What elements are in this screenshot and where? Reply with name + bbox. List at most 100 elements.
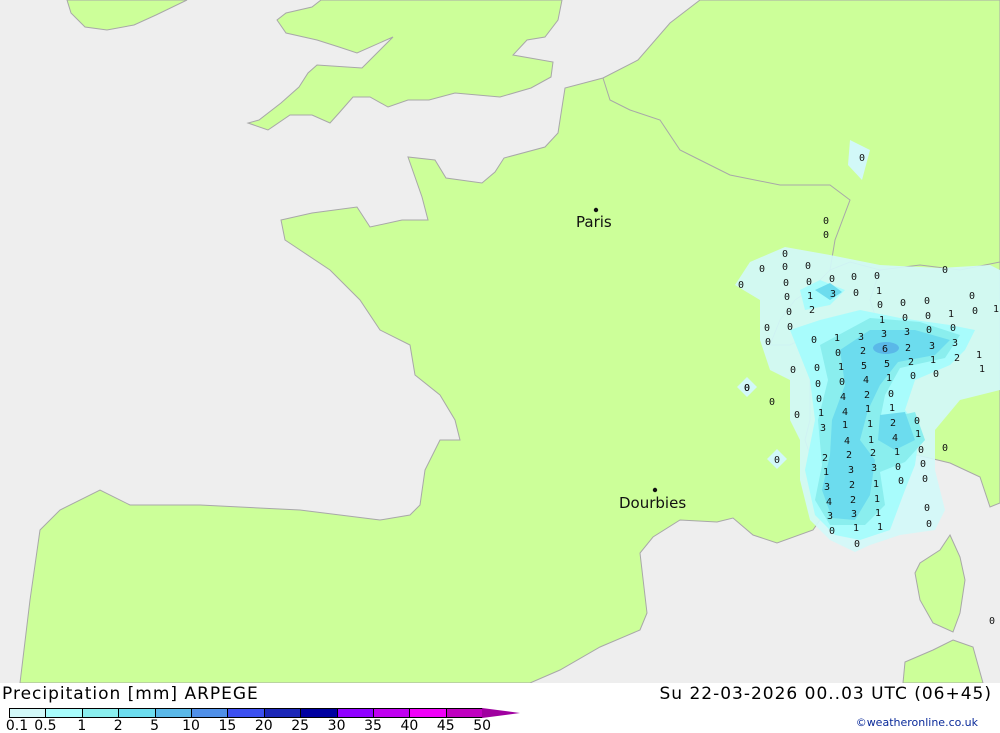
precip-value: 0 bbox=[926, 325, 932, 336]
precip-value: 1 bbox=[915, 429, 921, 440]
precip-value: 0 bbox=[782, 262, 788, 273]
precip-value: 0 bbox=[835, 348, 841, 359]
legend-label: 35 bbox=[364, 718, 382, 733]
precip-value: 0 bbox=[902, 313, 908, 324]
precip-value: 1 bbox=[879, 315, 885, 326]
precip-value: 0 bbox=[989, 616, 995, 627]
precip-value: 0 bbox=[815, 379, 821, 390]
precip-value: 1 bbox=[948, 309, 954, 320]
precip-value: 0 bbox=[920, 459, 926, 470]
precip-value: 0 bbox=[759, 264, 765, 275]
precip-value: 0 bbox=[829, 274, 835, 285]
precip-value: 0 bbox=[925, 311, 931, 322]
precip-value: 1 bbox=[930, 355, 936, 366]
precip-value: 2 bbox=[822, 453, 828, 464]
precip-value: 1 bbox=[834, 333, 840, 344]
precip-value: 1 bbox=[853, 523, 859, 534]
precip-value: 0 bbox=[786, 307, 792, 318]
precip-value: 0 bbox=[787, 322, 793, 333]
precip-value: 0 bbox=[765, 337, 771, 348]
city-marker bbox=[593, 207, 599, 213]
precip-value: 4 bbox=[863, 375, 869, 386]
legend-label: 0.1 bbox=[5, 718, 29, 733]
legend-label: 25 bbox=[291, 718, 310, 733]
precip-value: 0 bbox=[942, 265, 948, 276]
precip-value: 1 bbox=[894, 447, 900, 458]
precip-value: 2 bbox=[954, 353, 960, 364]
legend-swatch bbox=[300, 708, 338, 718]
city-marker bbox=[652, 487, 658, 493]
precip-value: 1 bbox=[875, 508, 881, 519]
precip-value: 0 bbox=[874, 271, 880, 282]
valid-time: Su 22-03-2026 00..03 UTC (06+45) bbox=[659, 684, 992, 704]
credit-link[interactable]: ©weatheronline.co.uk bbox=[856, 716, 978, 729]
legend-label: 30 bbox=[327, 718, 346, 733]
precip-value: 2 bbox=[905, 343, 911, 354]
precip-value: 0 bbox=[933, 369, 939, 380]
legend-arrow bbox=[482, 708, 521, 718]
precip-value: 1 bbox=[867, 419, 873, 430]
precip-value: 1 bbox=[877, 522, 883, 533]
precip-value: 0 bbox=[829, 526, 835, 537]
weather-map-view: 0000000000030101000020100101000000133333… bbox=[0, 0, 1000, 733]
map-footer: Precipitation [mm] ARPEGE Su 22-03-2026 … bbox=[0, 683, 1000, 733]
precip-value: 4 bbox=[892, 433, 898, 444]
precip-value: 4 bbox=[826, 497, 832, 508]
precip-value: 3 bbox=[820, 423, 826, 434]
precip-value: 0 bbox=[805, 261, 811, 272]
precip-value: 0 bbox=[924, 503, 930, 514]
precip-value: 4 bbox=[844, 436, 850, 447]
legend-swatch bbox=[9, 708, 47, 718]
precip-value: 0 bbox=[859, 153, 865, 164]
precip-value: 2 bbox=[846, 450, 852, 461]
precip-value: 1 bbox=[889, 403, 895, 414]
precip-value: 0 bbox=[823, 216, 829, 227]
precip-value: 1 bbox=[868, 435, 874, 446]
precip-value: 0 bbox=[853, 288, 859, 299]
precip-value: 1 bbox=[886, 373, 892, 384]
precip-value: 0 bbox=[851, 272, 857, 283]
precip-value: 2 bbox=[860, 346, 866, 357]
legend-label: 0.5 bbox=[34, 718, 57, 733]
precip-value: 0 bbox=[806, 277, 812, 288]
city-label: Paris bbox=[576, 213, 612, 231]
precip-value: 2 bbox=[890, 418, 896, 429]
legend-swatch bbox=[373, 708, 411, 718]
precip-value: 5 bbox=[884, 359, 890, 370]
precip-value: 0 bbox=[783, 278, 789, 289]
precip-value: 5 bbox=[861, 361, 867, 372]
precip-value: 3 bbox=[851, 509, 857, 520]
legend-label: 1 bbox=[77, 718, 87, 733]
legend-label: 2 bbox=[113, 718, 123, 733]
precip-value: 1 bbox=[873, 479, 879, 490]
legend-label: 10 bbox=[182, 718, 200, 733]
precip-value: 2 bbox=[849, 480, 855, 491]
legend-swatch bbox=[227, 708, 265, 718]
precip-value: 0 bbox=[816, 394, 822, 405]
precip-value: 3 bbox=[881, 329, 887, 340]
precip-value: 0 bbox=[823, 230, 829, 241]
precip-value: 0 bbox=[811, 335, 817, 346]
legend-swatch bbox=[118, 708, 156, 718]
precip-value: 0 bbox=[744, 383, 750, 394]
precip-value: 0 bbox=[922, 474, 928, 485]
precip-value: 1 bbox=[838, 362, 844, 373]
precip-value: 0 bbox=[764, 323, 770, 334]
precip-value: 0 bbox=[839, 377, 845, 388]
precip-value: 0 bbox=[854, 539, 860, 550]
precip-value: 0 bbox=[794, 410, 800, 421]
precip-value: 3 bbox=[848, 465, 854, 476]
legend-swatch bbox=[409, 708, 447, 718]
precip-value: 0 bbox=[900, 298, 906, 309]
precip-value: 3 bbox=[952, 338, 958, 349]
precip-value: 4 bbox=[842, 407, 848, 418]
precip-value: 1 bbox=[823, 467, 829, 478]
precip-value: 0 bbox=[918, 445, 924, 456]
precipitation-map: 0 0 0 0 0 0 0 0 0 0 0 3 0 1 0 1 0 0 0 0 2 0 1 0 0 1 0 1 0 0 0 0 0 0 1 3 3 3 3 3… bbox=[0, 0, 1000, 683]
precip-value: 1 bbox=[807, 291, 813, 302]
precip-value: 0 bbox=[782, 249, 788, 260]
precip-value: 2 bbox=[908, 357, 914, 368]
precip-value: 0 bbox=[790, 365, 796, 376]
precip-value: 0 bbox=[950, 323, 956, 334]
legend-swatch bbox=[336, 708, 374, 718]
